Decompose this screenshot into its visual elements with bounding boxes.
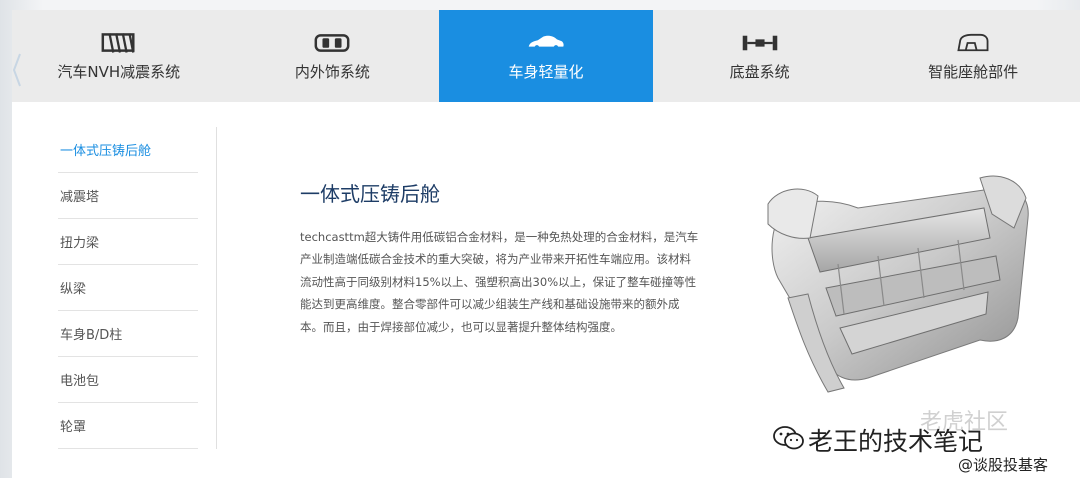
tab-label: 内外饰系统 [294, 63, 370, 81]
sidebar-item-bd-pillar[interactable]: 车身B/D柱 [58, 311, 198, 357]
chassis-axle-icon [740, 30, 780, 56]
sidebar-item-longitudinal-beam[interactable]: 纵梁 [58, 265, 198, 311]
sidebar-item-label: 减震塔 [60, 190, 100, 205]
page-frame: 汽车NVH减震系统 内外饰系统 车身轻量化 底盘系统 智能座舱部件 一体式压铸后… [12, 10, 1080, 478]
vibration-damper-icon [99, 30, 139, 56]
sidebar-item-label: 一体式压铸后舱 [60, 144, 152, 159]
sidebar-item-integrated-rear-cabin[interactable]: 一体式压铸后舱 [58, 127, 198, 173]
tab-body-lightweight[interactable]: 车身轻量化 [439, 10, 653, 102]
tab-label: 底盘系统 [729, 63, 790, 81]
tab-nvh[interactable]: 汽车NVH减震系统 [12, 10, 226, 102]
tab-label: 汽车NVH减震系统 [57, 63, 181, 81]
sidebar-item-label: 电池包 [60, 374, 100, 389]
tab-smart-cockpit[interactable]: 智能座舱部件 [866, 10, 1080, 102]
sidebar-item-label: 扭力梁 [60, 236, 100, 251]
car-body-icon [526, 30, 566, 56]
product-sidebar: 一体式压铸后舱 减震塔 扭力梁 纵梁 车身B/D柱 电池包 轮罩 [58, 127, 198, 449]
sidebar-item-battery-pack[interactable]: 电池包 [58, 357, 198, 403]
sidebar-item-shock-tower[interactable]: 减震塔 [58, 173, 198, 219]
product-description: techcasttm超大铸件用低碳铝合金材料，是一种免热处理的合金材料，是汽车产… [300, 230, 699, 334]
category-tabs: 汽车NVH减震系统 内外饰系统 车身轻量化 底盘系统 智能座舱部件 [12, 10, 1080, 102]
tab-interior-exterior[interactable]: 内外饰系统 [226, 10, 440, 102]
sidebar-item-torsion-beam[interactable]: 扭力梁 [58, 219, 198, 265]
sidebar-item-label: 轮罩 [60, 420, 87, 435]
wechat-icon [773, 426, 804, 450]
divider [216, 127, 217, 449]
smart-cockpit-icon [953, 30, 993, 56]
watermark-author: 老王的技术笔记 [808, 427, 984, 456]
sidebar-item-wheel-housing[interactable]: 轮罩 [58, 403, 198, 449]
tab-label: 车身轻量化 [508, 63, 584, 81]
watermark-handle: @谈股投基客 [958, 456, 1049, 474]
tab-label: 智能座舱部件 [928, 63, 1019, 81]
sidebar-item-label: 纵梁 [60, 282, 87, 297]
tab-chassis[interactable]: 底盘系统 [653, 10, 867, 102]
car-interior-icon [312, 30, 352, 56]
rear-cabin-casting-image [767, 175, 1029, 393]
left-arrow-decoration [12, 53, 21, 87]
page-title: 一体式压铸后舱 [300, 182, 440, 206]
sidebar-item-label: 车身B/D柱 [60, 328, 123, 343]
